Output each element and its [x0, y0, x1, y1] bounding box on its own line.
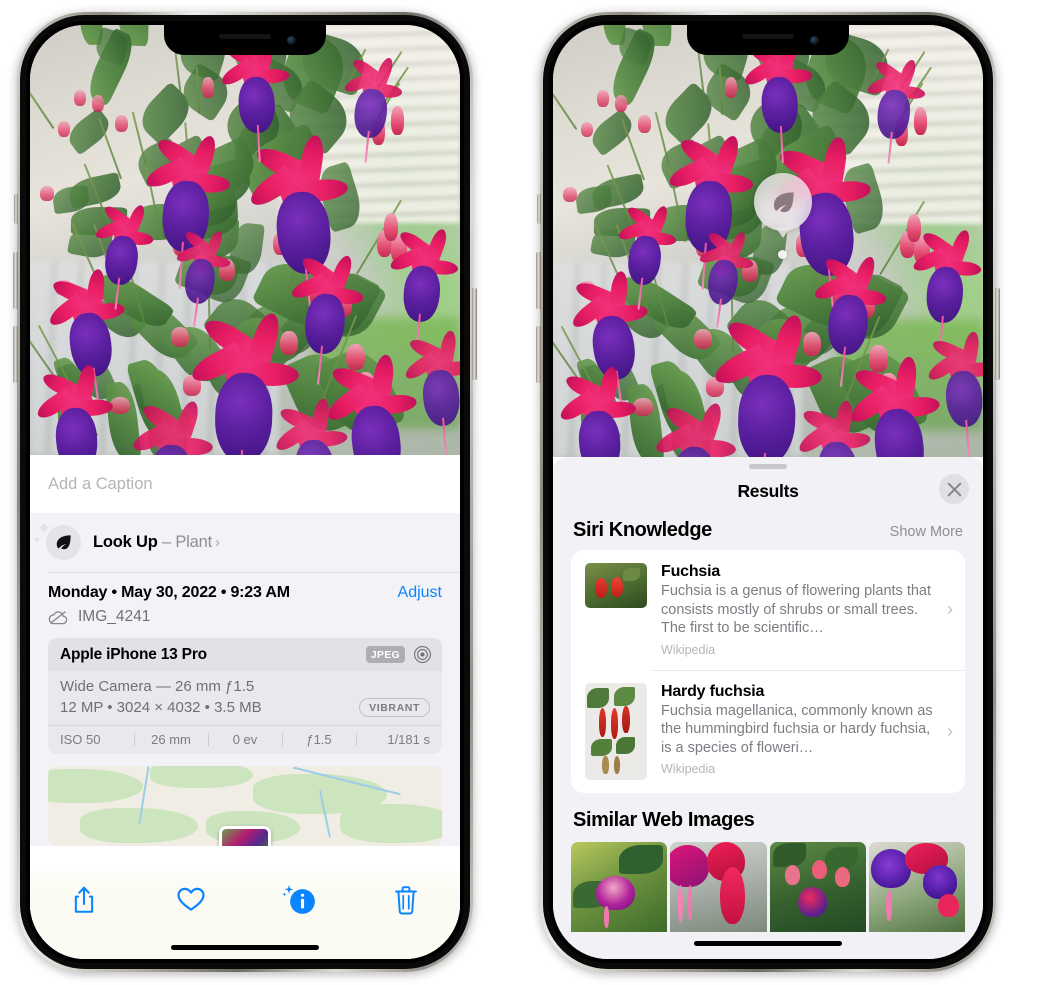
photo-filename: IMG_4241 — [78, 608, 151, 625]
volume-down-button[interactable] — [13, 326, 18, 383]
volume-down-button[interactable] — [536, 326, 541, 383]
look-up-dash: – — [157, 533, 176, 551]
show-more-button[interactable]: Show More — [890, 524, 963, 540]
screenshot-stage: Add a Caption ✦ ✦ Look Up – Plant › Mond… — [0, 0, 1055, 985]
knowledge-description: Fuchsia magellanica, commonly known as t… — [661, 702, 933, 756]
photographic-style-badge: VIBRANT — [359, 698, 430, 717]
exif-shutter: 1/181 s — [356, 732, 430, 747]
cloud-slash-icon — [48, 610, 68, 624]
chevron-right-icon: › — [214, 534, 220, 551]
leaf-icon-chip: ✦ ✦ — [33, 520, 81, 560]
results-header: Results — [553, 469, 983, 513]
right-phone-device: Results Siri Knowledge Show More Fuchsia… — [536, 12, 1000, 972]
caption-input[interactable]: Add a Caption — [30, 455, 460, 513]
exif-focal: 26 mm — [134, 732, 208, 747]
results-sheet: Results Siri Knowledge Show More Fuchsia… — [553, 457, 983, 959]
knowledge-description: Fuchsia is a genus of flowering plants t… — [661, 583, 932, 637]
exif-exposure: 0 ev — [208, 732, 282, 747]
badge-anchor-dot — [778, 250, 787, 259]
results-title: Results — [737, 480, 799, 501]
home-indicator[interactable] — [171, 945, 319, 950]
aperture-icon — [414, 646, 431, 663]
web-image-thumbnail[interactable] — [868, 841, 965, 932]
caption-placeholder: Add a Caption — [48, 474, 153, 493]
knowledge-title: Fuchsia — [661, 563, 721, 580]
exif-iso: ISO 50 — [60, 732, 101, 747]
earpiece-speaker — [219, 34, 271, 39]
trash-icon — [395, 886, 418, 915]
look-up-subject: Plant — [175, 533, 212, 551]
device-inner-bezel: Results Siri Knowledge Show More Fuchsia… — [549, 21, 987, 963]
siri-knowledge-header: Siri Knowledge Show More — [553, 513, 983, 550]
share-icon — [74, 886, 93, 913]
similar-web-images-strip[interactable] — [553, 841, 983, 932]
sparkle-icon-small: ✦ — [33, 535, 42, 546]
knowledge-row[interactable]: Hardy fuchsia Fuchsia magellanica, commo… — [571, 669, 965, 793]
similar-web-images-title: Similar Web Images — [573, 808, 755, 831]
home-indicator[interactable] — [694, 941, 842, 946]
knowledge-source: Wikipedia — [661, 642, 716, 657]
web-image-thumbnail[interactable] — [670, 841, 767, 932]
visual-look-up-badge[interactable] — [754, 173, 812, 231]
look-up-row[interactable]: ✦ ✦ Look Up – Plant › — [30, 513, 460, 572]
silent-switch[interactable] — [537, 194, 541, 224]
right-screen: Results Siri Knowledge Show More Fuchsia… — [553, 25, 983, 959]
camera-device-name: Apple iPhone 13 Pro — [60, 645, 207, 663]
power-button[interactable] — [472, 288, 477, 380]
leaf-icon — [773, 191, 794, 212]
format-badge: JPEG — [365, 646, 405, 663]
look-up-title: Look Up — [93, 533, 158, 551]
volume-up-button[interactable] — [536, 252, 541, 309]
earpiece-speaker — [742, 34, 794, 39]
web-image-thumbnail[interactable] — [769, 841, 866, 932]
info-body: ✦ ✦ Look Up – Plant › Monday • May 30, 2… — [30, 513, 460, 959]
exif-row: ISO 50 26 mm 0 ev ƒ1.5 1/181 s — [48, 725, 442, 754]
photo-metadata: Monday • May 30, 2022 • 9:23 AM Adjust I… — [30, 573, 460, 636]
heart-icon — [177, 887, 205, 911]
info-circle-icon — [289, 889, 315, 914]
siri-knowledge-title: Siri Knowledge — [573, 519, 712, 541]
adjust-button[interactable]: Adjust — [398, 584, 442, 602]
notch — [164, 25, 326, 55]
favorite-button[interactable] — [138, 885, 246, 913]
photo-viewer[interactable] — [553, 25, 983, 457]
web-image-thumbnail[interactable] — [571, 841, 668, 932]
share-button[interactable] — [30, 885, 138, 916]
delete-button[interactable] — [353, 885, 461, 915]
photo-viewer[interactable] — [30, 25, 460, 455]
knowledge-row[interactable]: Fuchsia Fuchsia is a genus of flowering … — [571, 550, 965, 670]
close-icon — [947, 482, 961, 496]
leaf-icon — [56, 535, 71, 550]
camera-specs-line: 12 MP • 3024 × 4032 • 3.5 MB — [60, 699, 262, 716]
chevron-right-icon: › — [947, 599, 953, 620]
notch — [687, 25, 849, 55]
photo-info-sheet: Add a Caption ✦ ✦ Look Up – Plant › Mond… — [30, 455, 460, 959]
knowledge-title: Hardy fuchsia — [661, 682, 765, 700]
volume-up-button[interactable] — [13, 252, 18, 309]
left-screen: Add a Caption ✦ ✦ Look Up – Plant › Mond… — [30, 25, 460, 959]
similar-web-images-header: Similar Web Images — [553, 793, 983, 842]
location-map[interactable] — [48, 766, 442, 846]
front-camera-icon — [810, 36, 819, 45]
chevron-right-icon: › — [947, 720, 953, 741]
device-inner-bezel: Add a Caption ✦ ✦ Look Up – Plant › Mond… — [26, 21, 464, 963]
close-button[interactable] — [939, 474, 969, 504]
silent-switch[interactable] — [14, 194, 18, 224]
power-button[interactable] — [995, 288, 1000, 380]
knowledge-thumbnail — [585, 563, 647, 608]
exif-aperture: ƒ1.5 — [282, 732, 356, 747]
camera-lens-line: Wide Camera — 26 mm ƒ1.5 — [60, 678, 255, 695]
front-camera-icon — [287, 36, 296, 45]
photo-date: Monday • May 30, 2022 • 9:23 AM — [48, 584, 290, 601]
map-photo-pin — [219, 826, 271, 846]
camera-info-card: Apple iPhone 13 Pro JPEG Wide Camera — 2… — [48, 638, 442, 754]
siri-knowledge-card: Fuchsia Fuchsia is a genus of flowering … — [571, 550, 965, 793]
left-phone-device: Add a Caption ✦ ✦ Look Up – Plant › Mond… — [13, 12, 477, 972]
info-button[interactable] — [245, 885, 353, 916]
knowledge-thumbnail — [585, 682, 647, 780]
look-up-label: Look Up – Plant › — [93, 533, 220, 552]
knowledge-source: Wikipedia — [661, 762, 716, 777]
